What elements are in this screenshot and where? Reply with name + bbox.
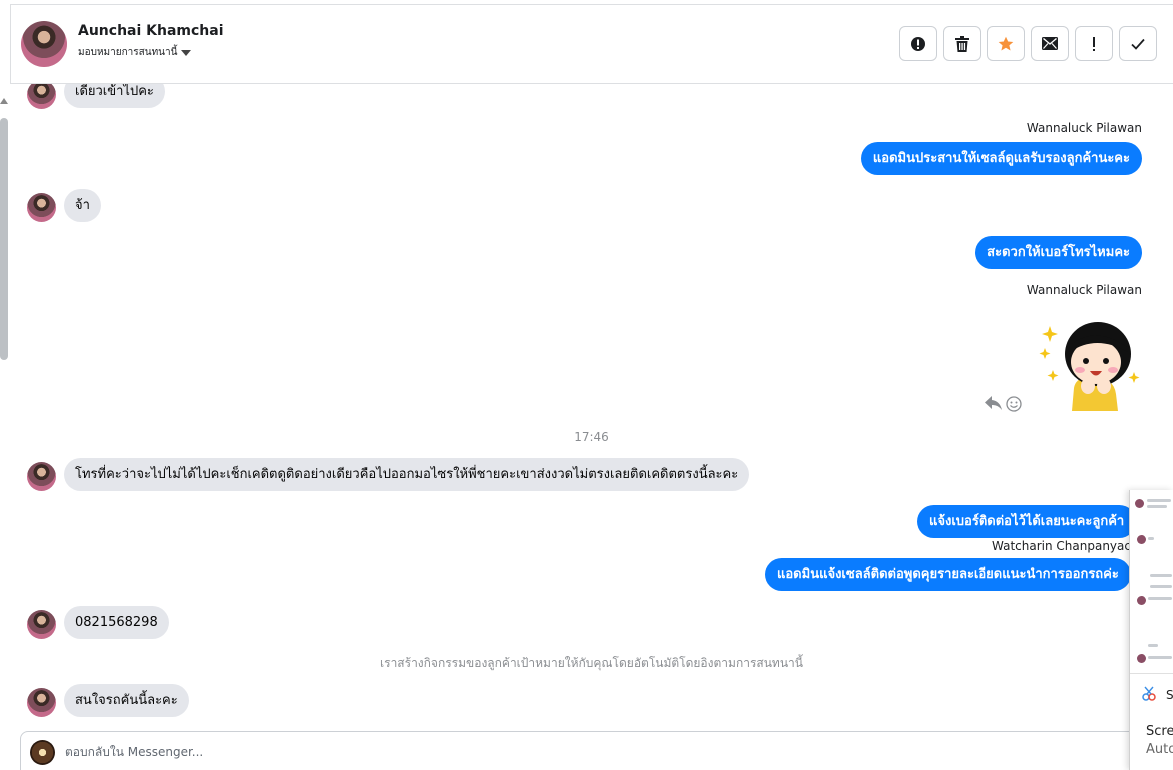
scroll-up-arrow-icon[interactable] (0, 98, 8, 104)
screenshot-thumbnail[interactable] (1130, 490, 1173, 674)
sender-name: Wannaluck Pilawan (1026, 121, 1142, 135)
reply-input[interactable] (65, 740, 1115, 764)
mark-unread-button[interactable] (1031, 26, 1069, 61)
outgoing-message[interactable]: สะดวกให้เบอร์โทรไหมคะ (975, 236, 1142, 269)
outgoing-message[interactable]: แอดมินประสานให้เซลล์ดูแลรับรองลูกค้านะคะ (860, 142, 1142, 175)
message-thread: เดี๋ยวเข้าไปคะ Wannaluck Pilawan แอดมินป… (10, 84, 1173, 730)
contact-message-avatar[interactable] (27, 193, 56, 222)
system-note: เราสร้างกิจกรรมของลูกค้าเป้าหมายให้กับคุ… (380, 656, 803, 670)
snipping-tool-icon (1142, 686, 1156, 701)
chat-scrollbar[interactable] (0, 118, 8, 360)
screenshot-notification[interactable]: S Scree Auto (1129, 490, 1173, 770)
notification-app-name: S (1166, 688, 1173, 702)
message-reactions (985, 396, 1022, 412)
sender-name: Wannaluck Pilawan (1026, 283, 1142, 297)
incoming-message[interactable]: สนใจรถคันนี้ละคะ (64, 684, 189, 717)
star-button[interactable] (987, 26, 1025, 61)
mail-icon (1042, 37, 1058, 50)
header-actions (899, 26, 1157, 61)
messenger-inbox: Aunchai Khamchai มอบหมายการสนทนานี้ เดี๋… (0, 0, 1173, 770)
reply-icon[interactable] (985, 396, 1002, 411)
star-icon (998, 36, 1014, 50)
sender-name: Watcharin Chanpanyacho (992, 539, 1146, 553)
contact-message-avatar[interactable] (27, 84, 56, 109)
alert-circle-icon (911, 36, 925, 51)
assign-conversation-dropdown[interactable]: มอบหมายการสนทนานี้ (78, 45, 192, 60)
page-avatar (30, 740, 55, 765)
important-button[interactable] (1075, 26, 1113, 61)
outgoing-message[interactable]: แจ้งเบอร์ติดต่อไว้ได้เลยนะคะลูกค้า (917, 505, 1137, 538)
contact-avatar[interactable] (21, 21, 67, 67)
check-icon (1131, 38, 1145, 50)
assign-label: มอบหมายการสนทนานี้ (78, 47, 178, 58)
spam-button[interactable] (899, 26, 937, 61)
incoming-message[interactable]: โทรที่คะว่าจะไปไม่ได้ไปคะเช็กเคดิตดูติดอ… (64, 458, 750, 491)
contact-name[interactable]: Aunchai Khamchai (78, 23, 224, 39)
done-button[interactable] (1119, 26, 1157, 61)
incoming-message[interactable]: 0821568298 (64, 606, 169, 639)
notification-title: Scree (1146, 724, 1173, 739)
caret-down-icon (181, 49, 192, 56)
contact-message-avatar[interactable] (27, 462, 56, 491)
incoming-message[interactable]: เดี๋ยวเข้าไปคะ (64, 84, 165, 108)
incoming-message[interactable]: จ้า (64, 189, 101, 222)
girl-sticker-image[interactable] (1036, 306, 1141, 411)
delete-button[interactable] (943, 26, 981, 61)
exclamation-icon (1093, 36, 1095, 51)
reply-composer (20, 731, 1173, 770)
conversation-header: Aunchai Khamchai มอบหมายการสนทนานี้ (10, 4, 1173, 84)
timestamp: 17:46 (574, 430, 609, 444)
react-emoji-icon[interactable] (1006, 396, 1022, 412)
outgoing-message[interactable]: แอดมินแจ้งเซลล์ติดต่อพูดคุยรายละเอียดแนะ… (765, 558, 1131, 591)
contact-message-avatar[interactable] (27, 610, 56, 639)
notification-body: Auto (1146, 742, 1173, 757)
trash-icon (955, 35, 969, 52)
contact-message-avatar[interactable] (27, 688, 56, 717)
